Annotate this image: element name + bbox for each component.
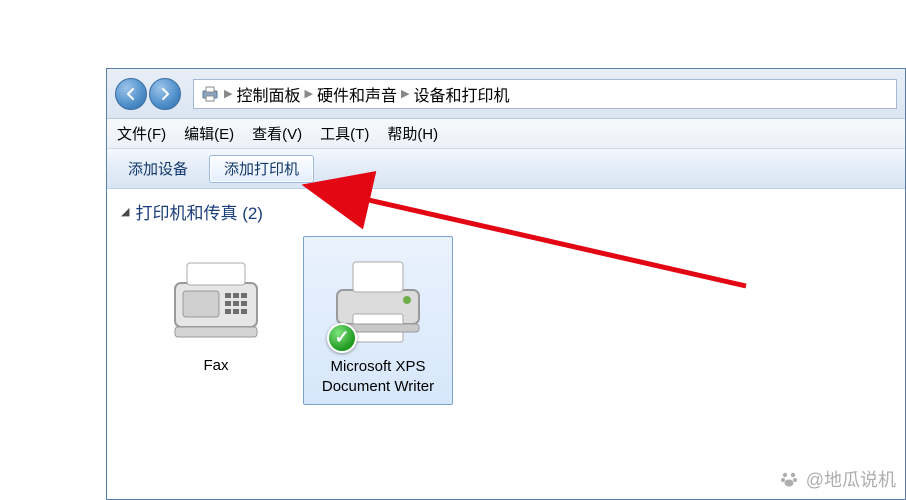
menu-tools[interactable]: 工具(T) xyxy=(320,123,369,144)
device-item-xps-writer[interactable]: ✓ Microsoft XPS Document Writer xyxy=(303,236,453,405)
category-title: 打印机和传真 (2) xyxy=(135,199,263,224)
device-label: Fax xyxy=(203,356,228,376)
nav-buttons xyxy=(115,78,181,110)
category-header[interactable]: ◢ 打印机和传真 (2) xyxy=(121,199,891,224)
toolbar: 添加设备 添加打印机 xyxy=(107,149,905,189)
device-list: Fax ✓ Microsoft XPS Document Writer xyxy=(121,236,891,405)
menu-help[interactable]: 帮助(H) xyxy=(387,123,438,144)
content-area: ◢ 打印机和传真 (2) xyxy=(107,189,905,415)
fax-icon xyxy=(161,244,271,354)
paw-icon xyxy=(778,468,800,490)
menu-view[interactable]: 查看(V) xyxy=(252,123,302,144)
watermark: @地瓜说机 xyxy=(778,466,896,492)
breadcrumb-item[interactable]: 硬件和声音 xyxy=(317,82,397,106)
chevron-right-icon: ▶ xyxy=(401,87,409,100)
add-device-button[interactable]: 添加设备 xyxy=(113,155,203,183)
nav-forward-button[interactable] xyxy=(149,78,181,110)
add-printer-button[interactable]: 添加打印机 xyxy=(209,155,314,183)
collapse-triangle-icon: ◢ xyxy=(121,205,129,218)
nav-back-button[interactable] xyxy=(115,78,147,110)
watermark-text: @地瓜说机 xyxy=(806,466,896,492)
printer-icon: ✓ xyxy=(323,245,433,355)
device-label: Microsoft XPS Document Writer xyxy=(308,357,448,396)
default-check-icon: ✓ xyxy=(327,323,357,353)
menu-edit[interactable]: 编辑(E) xyxy=(184,123,234,144)
device-item-fax[interactable]: Fax xyxy=(141,236,291,405)
menu-file[interactable]: 文件(F) xyxy=(117,123,166,144)
breadcrumb-item[interactable]: 控制面板 xyxy=(236,82,300,106)
menubar: 文件(F) 编辑(E) 查看(V) 工具(T) 帮助(H) xyxy=(107,119,905,149)
chevron-right-icon: ▶ xyxy=(304,87,312,100)
titlebar: ▶ 控制面板 ▶ 硬件和声音 ▶ 设备和打印机 xyxy=(107,69,905,119)
chevron-right-icon: ▶ xyxy=(224,87,232,100)
explorer-window: ▶ 控制面板 ▶ 硬件和声音 ▶ 设备和打印机 文件(F) 编辑(E) 查看(V… xyxy=(106,68,906,500)
address-bar[interactable]: ▶ 控制面板 ▶ 硬件和声音 ▶ 设备和打印机 xyxy=(193,79,897,109)
breadcrumb-item[interactable]: 设备和打印机 xyxy=(413,82,509,106)
printer-icon xyxy=(200,85,220,103)
